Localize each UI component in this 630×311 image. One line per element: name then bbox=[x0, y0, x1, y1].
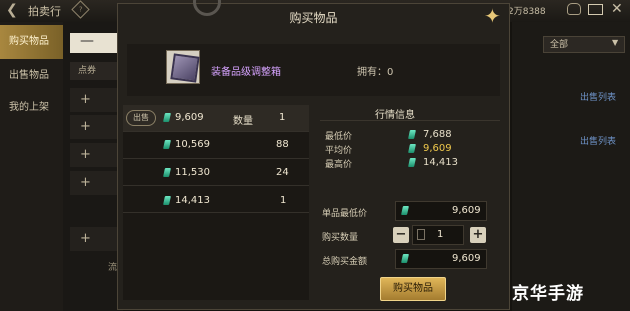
qty-minus-button[interactable]: − bbox=[393, 227, 409, 243]
chevron-down-icon: ▼ bbox=[612, 38, 619, 47]
order-qty: 88 bbox=[276, 139, 289, 150]
bg-add-button[interactable]: + bbox=[70, 227, 120, 251]
bg-add-button[interactable]: + bbox=[70, 171, 120, 195]
total-value: 9,609 bbox=[452, 253, 481, 264]
unit-price-label: 单品最低价 bbox=[322, 209, 368, 219]
order-price: 9,609 bbox=[175, 112, 204, 123]
owned-count: 拥有：0 bbox=[357, 67, 394, 78]
market-value: 9,609 bbox=[423, 143, 452, 154]
qty-value: 1 bbox=[437, 229, 444, 240]
unit-price-value: 9,609 bbox=[452, 205, 481, 216]
filter-bar[interactable] bbox=[70, 33, 120, 53]
market-value: 7,688 bbox=[423, 129, 452, 140]
order-qty: 1 bbox=[279, 112, 286, 123]
calculator-icon[interactable] bbox=[417, 229, 425, 240]
buy-button[interactable]: 购买物品 bbox=[380, 277, 446, 301]
order-qty: 24 bbox=[276, 167, 289, 178]
filter-value: — bbox=[80, 33, 94, 49]
close-icon[interactable]: ✕ bbox=[611, 1, 623, 17]
market-label: 平均价 bbox=[325, 146, 353, 156]
qty-label: 购买数量 bbox=[322, 233, 359, 243]
sell-tag: 出售 bbox=[126, 110, 156, 126]
mail-icon[interactable] bbox=[588, 4, 603, 15]
qty-plus-button[interactable]: + bbox=[470, 227, 486, 243]
market-label: 最低价 bbox=[325, 132, 353, 142]
sell-list-link[interactable]: 出售列表 bbox=[580, 90, 616, 103]
bg-add-button[interactable]: + bbox=[70, 88, 120, 112]
currency-amount: 2万8388 bbox=[508, 7, 546, 17]
bg-footer-fragment: 流 bbox=[108, 263, 118, 273]
modal-title: 购买物品 bbox=[289, 11, 338, 25]
total-label: 总购买金额 bbox=[322, 257, 368, 267]
divider bbox=[320, 120, 500, 121]
page-title: 拍卖行 bbox=[28, 5, 61, 18]
order-qty: 1 bbox=[280, 195, 287, 206]
order-price: 11,530 bbox=[175, 167, 210, 178]
close-star-icon[interactable]: ✦ bbox=[484, 4, 501, 28]
sidebar-item-sell[interactable]: 出售物品 bbox=[0, 59, 63, 93]
bg-add-button[interactable]: + bbox=[70, 115, 120, 139]
market-value: 14,413 bbox=[423, 157, 458, 168]
sell-list-link[interactable]: 出售列表 bbox=[580, 134, 616, 147]
pot-icon[interactable] bbox=[567, 3, 581, 15]
bg-add-button[interactable]: + bbox=[70, 143, 120, 167]
item-name: 装备品级调整箱 bbox=[211, 67, 281, 78]
order-price: 14,413 bbox=[175, 195, 210, 206]
bg-list-header: 点券 bbox=[70, 62, 120, 80]
right-panel bbox=[512, 22, 630, 311]
back-arrow-icon[interactable]: ❮ bbox=[6, 2, 18, 18]
market-label: 最高价 bbox=[325, 160, 353, 170]
equipment-box-icon bbox=[170, 53, 200, 83]
market-info-title: 行情信息 bbox=[375, 110, 415, 121]
sidebar-item-my-listings[interactable]: 我的上架 bbox=[0, 91, 63, 125]
qty-header: 数量 bbox=[233, 116, 253, 127]
sidebar-item-buy[interactable]: 购买物品 bbox=[0, 25, 63, 59]
watermark: 京华手游 bbox=[512, 284, 584, 304]
order-price: 10,569 bbox=[175, 139, 210, 150]
